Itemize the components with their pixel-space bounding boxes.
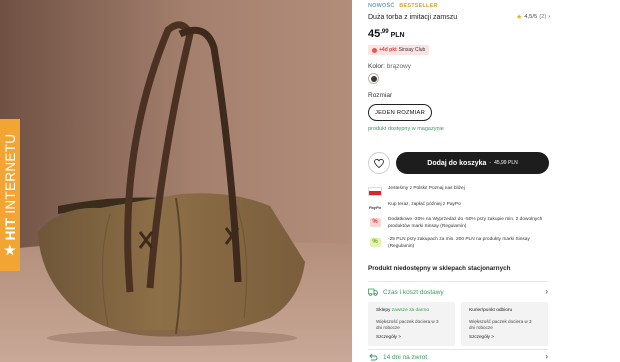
returns-section-toggle[interactable]: 14 dni na zwrot ›: [368, 352, 548, 362]
courier-heading: Kurier/punkt odbioru: [469, 308, 513, 313]
rating-score: 4,5/5: [524, 14, 538, 20]
product-tags: NOWOŚĆ BESTSELLER: [368, 3, 438, 9]
benefit-text: Kup teraz, zapłać później z PayPo: [388, 202, 461, 207]
stores-description: Większość paczek dociera w 3 dni robocze: [376, 319, 439, 331]
benefit-item[interactable]: % -25 PLN przy zakupach za min. 200 PLN …: [368, 237, 553, 251]
heart-icon: [374, 158, 384, 168]
delivery-title: Czas i koszt dostawy: [383, 288, 444, 296]
stores-details-link[interactable]: Szczegóły >: [376, 334, 401, 339]
delivery-section-toggle[interactable]: Czas i koszt dostawy ›: [368, 286, 548, 298]
cart-button-separator: -: [489, 160, 492, 166]
stores-free-label: zawsze za darmo: [391, 308, 430, 313]
club-icon: [372, 47, 377, 53]
divider: [368, 281, 548, 282]
benefit-text: Dodatkowe -20% na Wyprzedaż do -50% przy…: [388, 217, 543, 229]
stores-heading: Sklepy zawsze za darmo: [376, 308, 430, 313]
price-currency: PLN: [390, 32, 405, 39]
badge-text-internetu: INTERNETU: [2, 133, 18, 214]
returns-title: 14 dni na zwrot: [383, 353, 428, 361]
delivery-stores-box: Sklepy zawsze za darmo Większość paczek …: [368, 302, 455, 346]
chevron-right-icon: ›: [548, 14, 551, 20]
divider: [368, 349, 548, 350]
availability-link[interactable]: produkt dostępny w magazynie: [368, 126, 444, 132]
rating-count: (2): [539, 14, 547, 20]
product-photo[interactable]: ★ HIT INTERNETU: [0, 0, 352, 362]
benefit-text: Jesteśmy z Polski! Poznaj nas bliżej: [388, 186, 465, 191]
add-to-cart-button[interactable]: Dodaj do koszyka - 45,99 PLN: [396, 152, 549, 174]
benefit-item[interactable]: PayPo Kup teraz, zapłać później z PayPo: [368, 202, 553, 212]
poland-flag-icon: [368, 186, 382, 196]
favourite-button[interactable]: [368, 152, 390, 174]
cart-button-label: Dodaj do koszyka: [427, 159, 487, 167]
benefit-item[interactable]: % Dodatkowe -20% na Wyprzedaż do -50% pr…: [368, 217, 553, 231]
store-availability-note: Produkt niedostępny w sklepach stacjonar…: [368, 265, 511, 272]
star-icon: ★: [4, 242, 16, 258]
product-title: Duża torba z imitacji zamszu: [368, 14, 458, 21]
product-rating[interactable]: ★ 4,5/5 (2) ›: [516, 13, 550, 21]
size-option-button[interactable]: JEDEN ROZMIAR: [368, 104, 432, 121]
courier-details-link[interactable]: Szczegóły >: [469, 334, 494, 339]
color-label-text: Kolor:: [368, 63, 385, 70]
price-main: 45: [368, 28, 381, 40]
product-price: 45,99 PLN: [368, 28, 405, 40]
percent-icon: %: [368, 237, 382, 247]
courier-description: Większość paczek dociera w 3 dni robocze: [469, 319, 532, 331]
color-swatch-fill: [370, 75, 377, 82]
tag-bestseller: BESTSELLER: [399, 3, 438, 9]
badge-text-hit: HIT: [2, 217, 18, 241]
return-icon: [369, 353, 378, 360]
bag-image: [0, 0, 352, 362]
tag-new: NOWOŚĆ: [368, 3, 395, 9]
paypo-logo-icon: PayPo: [368, 204, 382, 210]
benefit-text: -25 PLN przy zakupach za min. 200 PLN na…: [388, 237, 530, 249]
price-cents: ,99: [380, 29, 389, 35]
star-icon: ★: [516, 14, 523, 21]
truck-icon: [368, 288, 378, 296]
club-points-badge: +4d pkt Sinsay Club: [368, 45, 430, 55]
chevron-right-icon: ›: [545, 287, 548, 296]
hit-internetu-badge: ★ HIT INTERNETU: [0, 119, 20, 271]
cart-button-price: 45,99 PLN: [494, 160, 518, 166]
delivery-courier-box: Kurier/punkt odbioru Większość paczek do…: [461, 302, 548, 346]
size-label: Rozmiar: [368, 92, 393, 99]
color-label: Kolor: brązowy: [368, 63, 411, 70]
color-swatch-brown[interactable]: [368, 73, 379, 84]
chevron-right-icon: ›: [545, 352, 548, 361]
color-value: brązowy: [386, 63, 412, 70]
club-label: Sinsay Club: [398, 47, 426, 53]
benefit-item[interactable]: Jesteśmy z Polski! Poznaj nas bliżej: [368, 186, 553, 196]
percent-icon: %: [368, 217, 382, 227]
club-points: +4d pkt: [379, 47, 397, 53]
